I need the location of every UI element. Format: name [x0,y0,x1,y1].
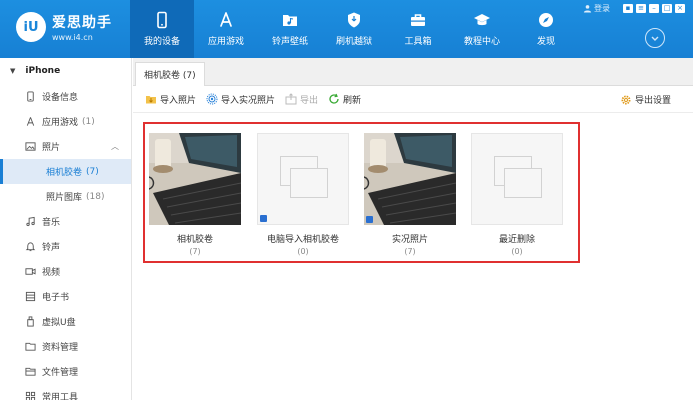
album-name: 实况照片 [391,235,428,245]
menu-button[interactable]: ≡ [636,4,646,13]
album-grid: 相机胶卷 (7) 电脑导入相机胶卷 (0) 实况照片 (7) 最近删除 (0) [143,122,580,263]
nav-label: 我的设备 [143,37,180,47]
album-thumbnail [149,133,241,225]
refresh-button[interactable]: 刷新 [328,93,361,106]
album-thumbnail [364,133,456,225]
import-photos-button[interactable]: 导入照片 [145,93,196,106]
app-store-icon [24,116,36,128]
sidebar-item-file-management[interactable]: 文件管理 [0,359,131,384]
device-info-icon [24,91,36,103]
album-count: (0) [297,247,309,256]
nav-label: 教程中心 [463,37,500,47]
gear-icon [620,94,632,106]
nav-label: 工具箱 [404,37,432,47]
album-name: 相机胶卷 [176,235,213,245]
close-button[interactable]: × [675,4,685,13]
device-name: iPhone [25,66,61,76]
music-icon [24,216,36,228]
album-live-photos[interactable]: 实况照片 (7) [364,133,456,256]
compass-icon [537,11,555,29]
export-settings-button[interactable]: 导出设置 [620,86,671,113]
album-count: (7) [404,247,416,256]
nav-toolbox[interactable]: 工具箱 [386,0,450,58]
export-icon [285,93,297,105]
chevron-up-icon: ︿ [111,142,119,151]
nav-discover[interactable]: 发现 [514,0,578,58]
tab-bar: 相机胶卷 (7) [133,58,693,86]
nav-flash-jailbreak[interactable]: 刷机越狱 [322,0,386,58]
sidebar: ▼ iPhone 设备信息 应用游戏 (1) 照片 ︿ 相机胶卷 (7) 照片图… [0,58,132,400]
user-icon [583,5,592,13]
sidebar-item-photo-library[interactable]: 照片图库 (18) [0,184,131,209]
sidebar-item-apps[interactable]: 应用游戏 (1) [0,109,131,134]
nav-apps-games[interactable]: 应用游戏 [194,0,258,58]
maximize-button[interactable]: □ [662,4,672,13]
collapse-arrow-icon: ▼ [10,67,16,75]
album-count: (7) [189,247,201,256]
skin-button[interactable]: ▪ [623,4,633,13]
nav-my-device[interactable]: 我的设备 [130,0,194,58]
app-logo: iU 爱思助手 www.i4.cn [16,12,112,42]
sidebar-item-camera-roll[interactable]: 相机胶卷 (7) [0,159,131,184]
nav-label: 发现 [536,37,555,47]
album-thumbnail-empty [257,133,349,225]
sidebar-item-common-tools[interactable]: 常用工具 [0,384,131,400]
usb-icon [24,316,36,328]
album-camera-roll[interactable]: 相机胶卷 (7) [149,133,241,256]
login-link[interactable]: 登录 [583,3,610,14]
ebook-icon [24,291,36,303]
album-name: 最近删除 [498,235,535,245]
graduation-cap-icon [473,11,491,29]
top-bar: iU 爱思助手 www.i4.cn 我的设备 应用游戏 铃声壁纸 刷机越狱 工具… [0,0,693,58]
device-header[interactable]: ▼ iPhone [0,58,131,84]
phone-icon [153,11,171,29]
sidebar-item-ringtones[interactable]: 铃声 [0,234,131,259]
nav-tutorials[interactable]: 教程中心 [450,0,514,58]
main-nav: 我的设备 应用游戏 铃声壁纸 刷机越狱 工具箱 教程中心 发现 [130,0,578,58]
icloud-badge-icon [260,215,267,222]
video-icon [24,266,36,278]
toolbar: 导入照片 导入实况照片 导出 刷新 导出设置 [133,86,693,113]
photo-icon [24,141,36,153]
sidebar-item-ebooks[interactable]: 电子书 [0,284,131,309]
live-photo-icon [206,93,218,105]
nav-label: 刷机越狱 [335,37,372,47]
minimize-button[interactable]: – [649,4,659,13]
sidebar-item-videos[interactable]: 视频 [0,259,131,284]
tab-camera-roll[interactable]: 相机胶卷 (7) [135,62,205,86]
download-icon[interactable] [645,28,665,48]
import-live-photos-button[interactable]: 导入实况照片 [206,93,275,106]
main-content: 相机胶卷 (7) 导入照片 导入实况照片 导出 刷新 导出设置 相机胶卷 (7)… [133,58,693,400]
folder-icon [24,341,36,353]
sidebar-item-music[interactable]: 音乐 [0,209,131,234]
app-store-icon [217,11,235,29]
window-controls: 登录 ▪ ≡ – □ × [583,3,685,14]
sidebar-item-device-info[interactable]: 设备信息 [0,84,131,109]
grid-icon [24,391,36,400]
toolbox-icon [409,11,427,29]
album-pc-imported[interactable]: 电脑导入相机胶卷 (0) [257,133,349,256]
logo-icon: iU [16,12,46,42]
album-count: (0) [511,247,523,256]
icloud-badge-icon [366,216,373,223]
album-recently-deleted[interactable]: 最近删除 (0) [471,133,563,256]
sidebar-item-virtual-usb[interactable]: 虚拟U盘 [0,309,131,334]
shield-icon [345,11,363,29]
import-folder-icon [145,93,157,105]
music-folder-icon [281,11,299,29]
app-name: 爱思助手 [52,15,112,31]
sidebar-item-data-management[interactable]: 资料管理 [0,334,131,359]
sidebar-item-photos[interactable]: 照片 ︿ [0,134,131,159]
file-icon [24,366,36,378]
nav-label: 铃声壁纸 [271,37,308,47]
nav-label: 应用游戏 [207,37,244,47]
export-button[interactable]: 导出 [285,93,318,106]
bell-icon [24,241,36,253]
nav-ringtones-wallpapers[interactable]: 铃声壁纸 [258,0,322,58]
app-url: www.i4.cn [52,33,93,42]
album-thumbnail-empty [471,133,563,225]
refresh-icon [328,93,340,105]
album-name: 电脑导入相机胶卷 [266,235,339,245]
